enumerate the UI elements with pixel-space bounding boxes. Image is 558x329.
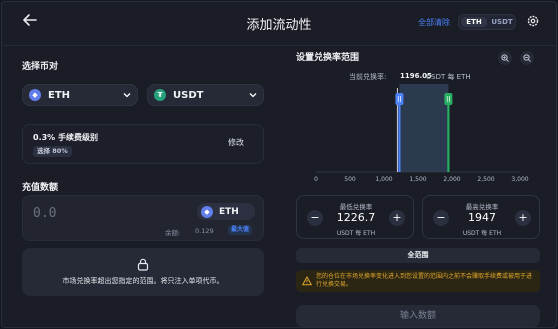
x-tick-label: 0 — [314, 176, 318, 183]
fee-selection-badge: 选择 80% — [33, 146, 72, 157]
fee-tier-card: 0.3% 手续费级别 选择 80% 修改 — [22, 124, 264, 164]
header-divider — [1, 45, 557, 46]
x-tick-label: 2,000 — [443, 176, 460, 183]
out-of-range-warning: 您的仓位在市场兑换率变化进入到您设置的范围内之前不会赚取手续费或被用于进行兑换交… — [296, 270, 540, 292]
deposit-card: 0.0 ◆ ETH 余额: 0.129 最大值 — [22, 195, 264, 241]
deposit-amount-input[interactable]: 0.0 — [33, 206, 56, 221]
current-rate-label: 当前兑换率: — [349, 73, 387, 81]
token-b-select[interactable]: ₮ USDT — [147, 84, 264, 106]
chevron-down-icon — [249, 93, 257, 98]
max-price-card: 最高兑换率 1947 USDT 每 ETH − + — [422, 195, 540, 239]
clear-all-link[interactable]: 全部清除 — [418, 17, 450, 28]
x-tick-label: 3,000 — [511, 176, 528, 183]
x-tick-label: 1,500 — [409, 176, 426, 183]
warning-text: 您的仓位在市场兑换率变化进入到您设置的范围内之前不会赚取手续费或被用于进行兑换交… — [316, 273, 533, 288]
full-range-button[interactable]: 全范围 — [296, 248, 540, 263]
x-tick-label: 500 — [344, 176, 356, 183]
max-button[interactable]: 最大值 — [228, 225, 253, 235]
range-section-label: 设置兑换率范围 — [296, 53, 360, 63]
zoom-in-icon[interactable] — [498, 51, 512, 65]
min-price-card: 最低兑换率 1226.7 USDT 每 ETH − + — [296, 195, 414, 239]
eth-coin-icon: ◆ — [29, 89, 41, 101]
x-tick-label: 2,500 — [477, 176, 494, 183]
min-range-handle[interactable] — [395, 93, 404, 105]
warning-icon — [302, 276, 312, 286]
chevron-down-icon — [123, 93, 131, 98]
deposit-token-label: ETH — [219, 206, 239, 217]
token-a-label: ETH — [48, 89, 71, 101]
min-price-decrement-button[interactable]: − — [307, 210, 323, 226]
max-price-increment-button[interactable]: + — [515, 210, 531, 226]
current-rate-unit: USDT 每 ETH — [426, 73, 471, 81]
token-order-toggle[interactable]: ETH USDT — [458, 14, 516, 30]
max-price-unit: USDT 每 ETH — [462, 230, 502, 237]
fee-edit-button[interactable]: 修改 — [228, 137, 244, 148]
lock-icon — [137, 258, 149, 271]
balance-label: 余额: — [165, 229, 181, 237]
deposit-token-chip: ◆ ETH — [197, 203, 255, 220]
eth-coin-icon: ◆ — [201, 205, 213, 218]
single-asset-note: 市场兑换率超出您指定的范围。将只注入单项代币。 — [22, 248, 264, 296]
single-asset-text: 市场兑换率超出您指定的范围。将只注入单项代币。 — [62, 277, 224, 285]
fee-tier-title: 0.3% 手续费级别 — [33, 133, 98, 142]
pair-section-label: 选择币对 — [22, 62, 59, 72]
min-price-unit: USDT 每 ETH — [336, 230, 376, 237]
liquidity-range-chart[interactable]: 0 500 1,000 1,500 2,000 2,500 3,000 — [296, 84, 540, 188]
toggle-eth[interactable]: ETH — [461, 17, 487, 27]
selected-range-band — [399, 84, 449, 172]
max-price-decrement-button[interactable]: − — [433, 210, 449, 226]
gear-icon[interactable] — [526, 14, 540, 28]
balance-value: 0.129 — [195, 227, 214, 235]
deposit-section-label: 充值数额 — [22, 183, 59, 193]
zoom-out-icon[interactable] — [520, 51, 534, 65]
min-price-increment-button[interactable]: + — [389, 210, 405, 226]
toggle-usdt[interactable]: USDT — [489, 17, 515, 27]
enter-amount-button[interactable]: 输入数额 — [296, 305, 540, 327]
x-tick-label: 1,000 — [375, 176, 392, 183]
usdt-coin-icon: ₮ — [154, 89, 166, 101]
max-range-handle[interactable] — [444, 93, 453, 105]
token-a-select[interactable]: ◆ ETH — [22, 84, 138, 106]
token-b-label: USDT — [173, 89, 204, 101]
